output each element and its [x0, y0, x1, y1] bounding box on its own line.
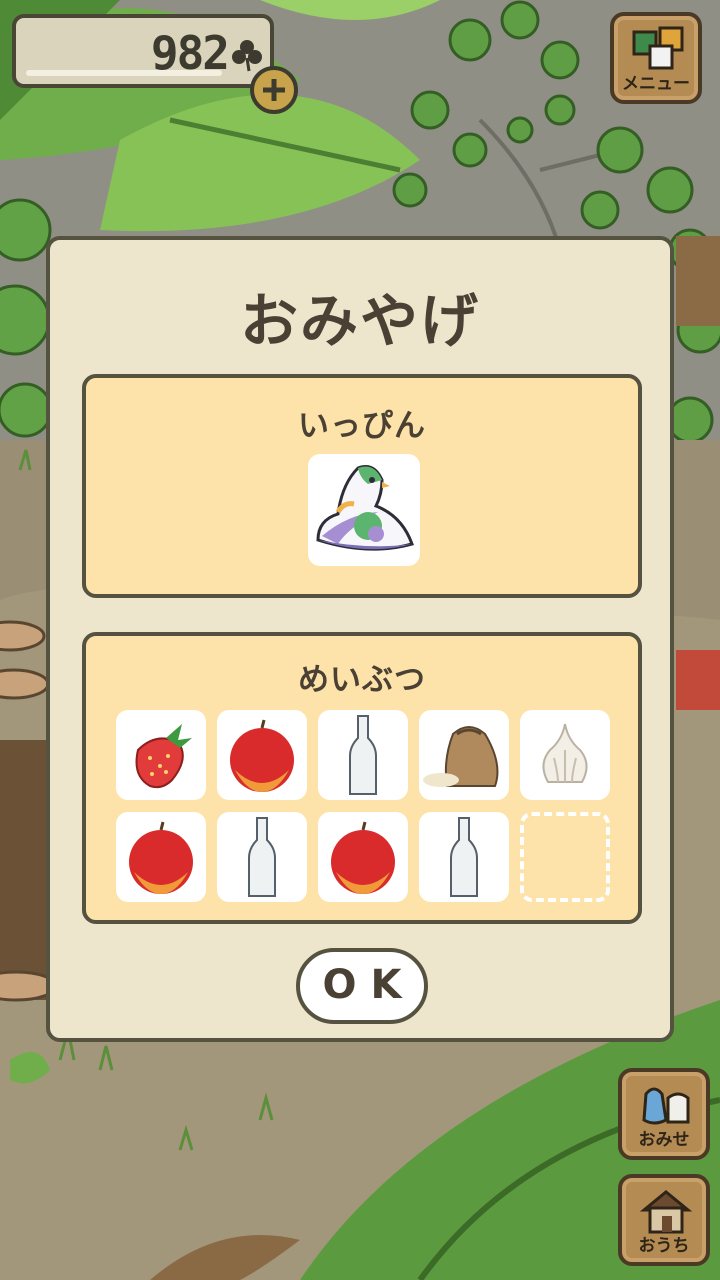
pigeon-figurine-icon [316, 465, 414, 551]
apple-icon [331, 821, 395, 894]
strawberry-icon [135, 724, 192, 789]
item-slot-rice-sack[interactable] [419, 710, 509, 800]
dialog-title: おみやげ [239, 287, 480, 355]
specialty-panel: いっぴん [82, 374, 642, 598]
item-slot-garlic[interactable] [520, 710, 610, 800]
counter-highlight [26, 70, 222, 76]
item-slot-apple[interactable] [217, 710, 307, 800]
item-slot-apple[interactable] [116, 812, 206, 902]
local-items-heading: めいぶつ [298, 662, 426, 698]
menu-label: メニュー [622, 74, 690, 94]
bottle-icon [450, 817, 478, 897]
apple-icon [129, 821, 193, 894]
apple-icon [230, 719, 294, 792]
specialty-item-slot[interactable] [308, 454, 420, 566]
souvenir-dialog: おみやげ いっぴん めいぶつ OK [46, 236, 674, 1042]
item-slot-strawberry[interactable] [116, 710, 206, 800]
local-items-panel: めいぶつ [82, 632, 642, 924]
item-slot-bottle[interactable] [419, 812, 509, 902]
clover-icon [232, 40, 262, 72]
item-slot-bottle[interactable] [217, 812, 307, 902]
menu-button[interactable]: メニュー [610, 12, 702, 104]
home-label: おうち [638, 1236, 690, 1256]
shop-label: おみせ [638, 1130, 690, 1150]
ok-button[interactable]: OK [296, 948, 428, 1024]
shop-bag-icon [642, 1087, 690, 1125]
bottle-icon [248, 817, 276, 897]
item-slot-empty [520, 812, 610, 902]
bottle-icon [349, 715, 377, 795]
ok-label: OK [322, 962, 416, 1008]
home-button[interactable]: おうち [618, 1174, 710, 1266]
shop-button[interactable]: おみせ [618, 1068, 710, 1160]
garlic-icon [542, 723, 588, 783]
rice-sack-icon [423, 726, 499, 787]
item-slot-bottle[interactable] [318, 710, 408, 800]
clover-counter: 982 [12, 14, 274, 88]
add-clover-button[interactable] [250, 66, 298, 114]
specialty-heading: いっぴん [298, 408, 426, 444]
house-icon [639, 1190, 693, 1234]
item-slot-apple[interactable] [318, 812, 408, 902]
